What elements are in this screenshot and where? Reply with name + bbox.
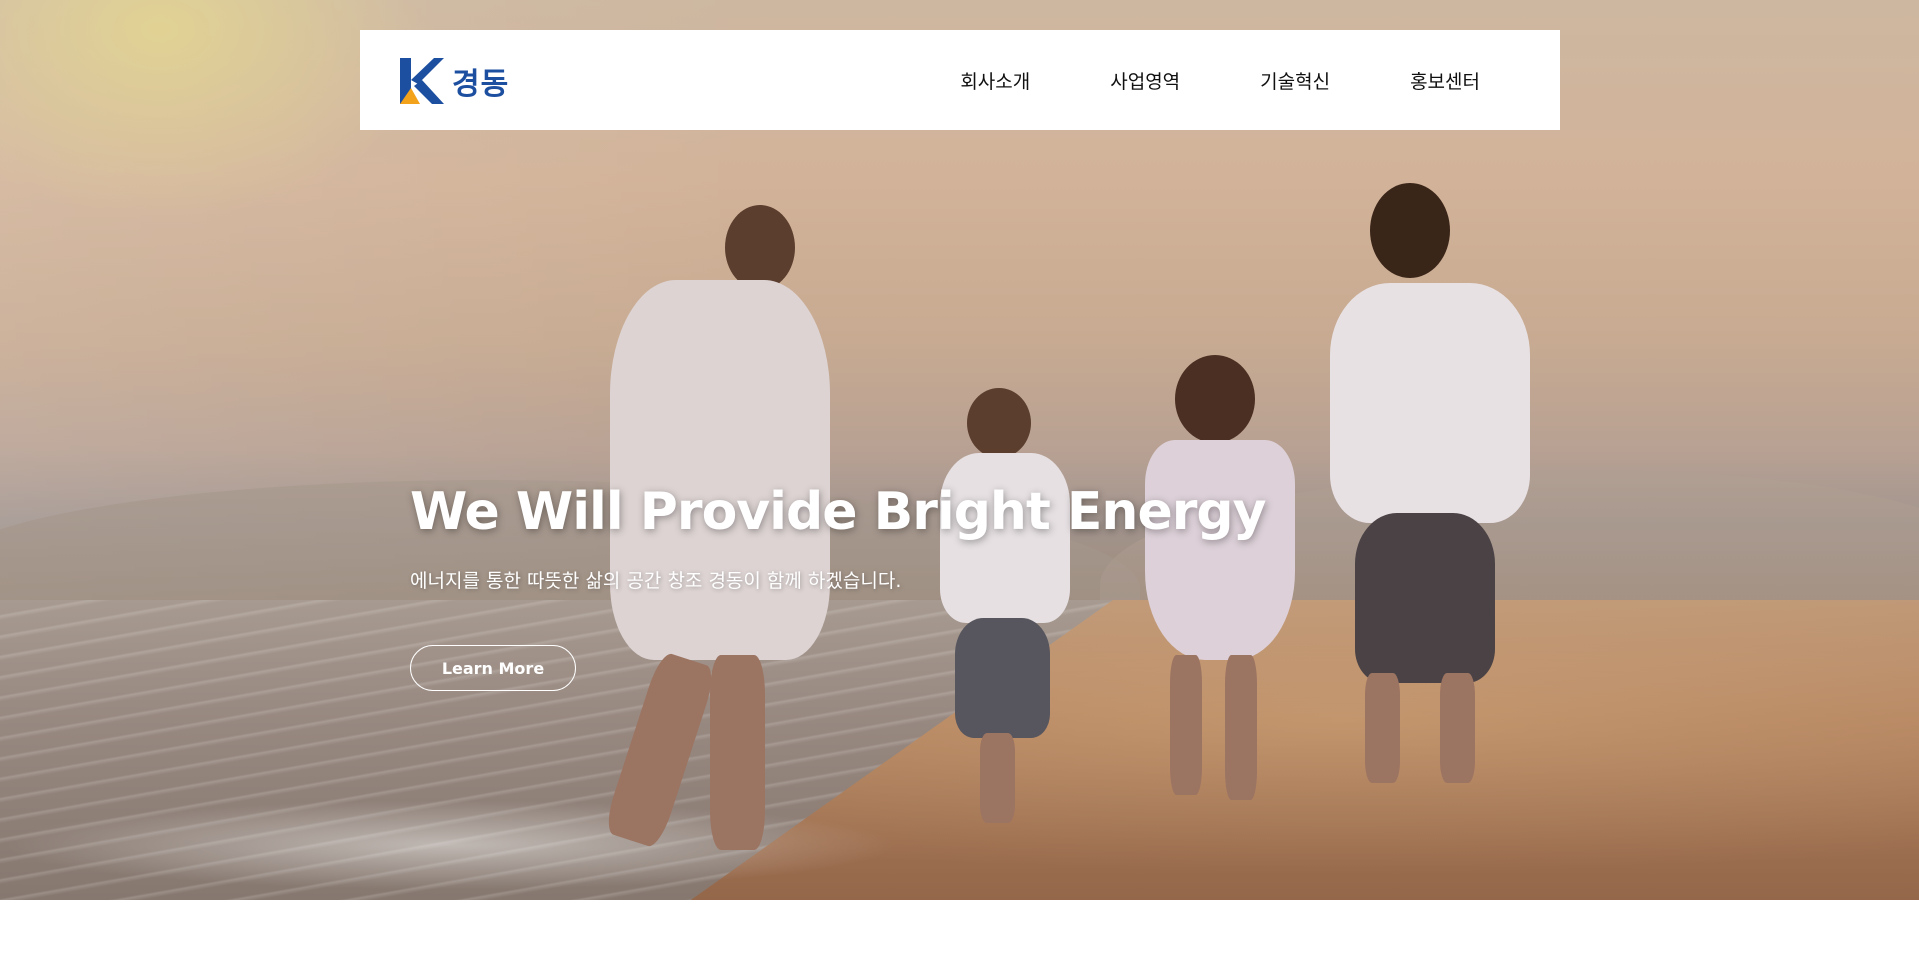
- family-photo-boy: [935, 388, 1075, 828]
- logo[interactable]: 경동: [400, 58, 509, 104]
- hero-subtitle: 에너지를 통한 따뜻한 삶의 공간 창조 경동이 함께 하겠습니다.: [410, 570, 902, 592]
- learn-more-button[interactable]: Learn More: [410, 645, 576, 691]
- nav-item-pr-center[interactable]: 홍보센터: [1410, 67, 1480, 94]
- site-header: 경동 회사소개 사업영역 기술혁신 홍보센터: [360, 30, 1560, 130]
- hero-banner: [0, 0, 1919, 900]
- nav-item-company[interactable]: 회사소개: [960, 67, 1030, 94]
- nav-item-technology[interactable]: 기술혁신: [1260, 67, 1330, 94]
- main-nav: 회사소개 사업영역 기술혁신 홍보센터: [880, 30, 1480, 130]
- family-photo-mother: [1320, 183, 1540, 783]
- hero-title: We Will Provide Bright Energy: [410, 482, 1266, 542]
- logo-text: 경동: [452, 67, 510, 102]
- family-photo-girl: [1140, 355, 1300, 805]
- kyungdong-logo-icon: [400, 58, 444, 104]
- nav-item-business[interactable]: 사업영역: [1110, 67, 1180, 94]
